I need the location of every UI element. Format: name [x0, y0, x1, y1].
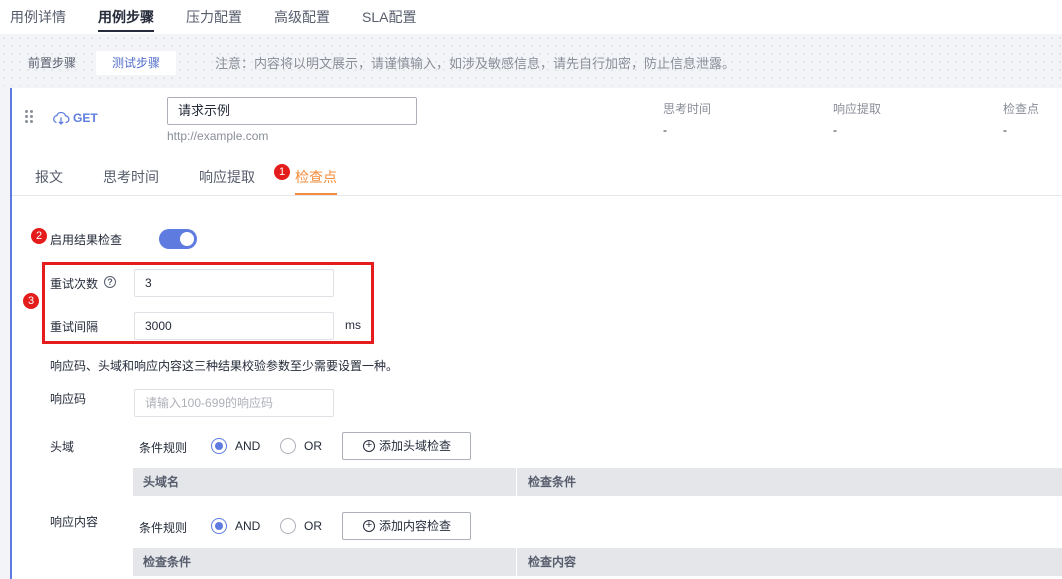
- header-col-condition: 检查条件: [528, 475, 577, 489]
- content-or-radio[interactable]: [280, 518, 296, 534]
- header-and-label: AND: [235, 439, 261, 453]
- retry-interval-label: 重试间隔: [50, 320, 99, 334]
- top-tab-bar: 用例详情 用例步骤 压力配置 高级配置 SLA配置: [0, 0, 1062, 34]
- content-or-label: OR: [304, 519, 322, 533]
- tab-pressure-config[interactable]: 压力配置: [186, 7, 242, 27]
- content-and-label: AND: [235, 519, 261, 533]
- stat-extract-value: -: [833, 123, 837, 137]
- add-content-check-label: 添加内容检查: [379, 519, 452, 533]
- add-header-check-label: 添加头域检查: [379, 439, 452, 453]
- inner-tab-underline: [295, 193, 337, 195]
- active-tab-underline: [98, 30, 154, 32]
- content-col-content: 检查内容: [528, 555, 577, 569]
- content-table-head: 检查条件 检查内容: [133, 548, 1062, 576]
- help-icon[interactable]: ?: [104, 276, 116, 288]
- retry-interval-input[interactable]: 3000: [134, 312, 334, 340]
- method-label: GET: [73, 111, 98, 125]
- sub-tab-pre-steps[interactable]: 前置步骤: [12, 51, 92, 75]
- stat-think-time-label: 思考时间: [663, 102, 712, 116]
- plus-circle-icon: +: [363, 520, 375, 532]
- add-header-check-button[interactable]: + 添加头域检查: [342, 432, 471, 460]
- header-table-head: 头域名 检查条件: [133, 468, 1062, 496]
- inner-tab-message[interactable]: 报文: [35, 167, 63, 187]
- marker-3: 3: [23, 293, 39, 309]
- content-col-condition: 检查条件: [143, 555, 192, 569]
- stat-checkpoint-value: -: [1003, 123, 1007, 137]
- marker-2: 2: [31, 228, 47, 244]
- retry-count-input[interactable]: 3: [134, 269, 334, 297]
- response-code-label: 响应码: [50, 392, 87, 406]
- header-col-name: 头域名: [143, 475, 180, 489]
- drag-handle-icon[interactable]: [25, 110, 35, 126]
- header-and-radio[interactable]: [211, 438, 227, 454]
- content-and-radio[interactable]: [211, 518, 227, 534]
- inner-tab-response-extract[interactable]: 响应提取: [199, 167, 255, 187]
- marker-1: 1: [274, 164, 290, 180]
- inner-tab-think-time[interactable]: 思考时间: [103, 167, 159, 187]
- stat-think-time-value: -: [663, 123, 667, 137]
- header-or-radio[interactable]: [280, 438, 296, 454]
- stat-checkpoint-label: 检查点: [1003, 102, 1040, 116]
- enable-check-toggle[interactable]: [159, 229, 197, 249]
- header-label: 头域: [50, 440, 75, 454]
- column-divider: [516, 548, 517, 576]
- header-or-label: OR: [304, 439, 322, 453]
- tab-case-details[interactable]: 用例详情: [10, 7, 66, 27]
- step-name-input[interactable]: 请求示例: [167, 97, 417, 125]
- sub-tab-test-steps[interactable]: 测试步骤: [96, 51, 176, 75]
- retry-count-label: 重试次数: [50, 277, 99, 291]
- enable-check-label: 启用结果检查: [50, 233, 123, 247]
- stat-extract-label: 响应提取: [833, 102, 882, 116]
- inner-tab-divider: [12, 195, 1062, 196]
- response-code-input[interactable]: 请输入100-699的响应码: [134, 389, 334, 417]
- step-url: http://example.com: [167, 129, 269, 143]
- tab-advanced-config[interactable]: 高级配置: [274, 7, 330, 27]
- inner-tab-checkpoint[interactable]: 检查点: [295, 167, 337, 187]
- cloud-download-icon: [53, 111, 70, 125]
- retry-interval-unit: ms: [345, 318, 361, 332]
- header-rule-label: 条件规则: [139, 441, 188, 455]
- check-hint: 响应码、头域和响应内容这三种结果校验参数至少需要设置一种。: [50, 359, 399, 373]
- request-method: GET: [52, 111, 98, 125]
- column-divider: [516, 468, 517, 496]
- tab-sla-config[interactable]: SLA配置: [362, 7, 416, 27]
- add-content-check-button[interactable]: + 添加内容检查: [342, 512, 471, 540]
- plus-circle-icon: +: [363, 440, 375, 452]
- content-rule-label: 条件规则: [139, 521, 188, 535]
- content-label: 响应内容: [50, 515, 99, 529]
- notice-text: 注意：内容将以明文展示，请谨慎输入，如涉及敏感信息，请先自行加密，防止信息泄露。: [215, 56, 736, 71]
- tab-case-steps[interactable]: 用例步骤: [98, 7, 154, 27]
